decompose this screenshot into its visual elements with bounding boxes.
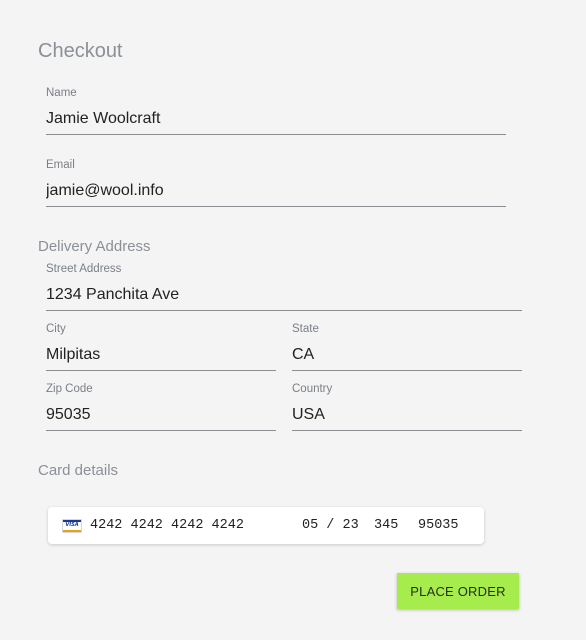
street-address-input[interactable] [46, 285, 522, 305]
country-input[interactable] [292, 405, 522, 425]
delivery-address-heading: Delivery Address [38, 239, 151, 254]
name-label: Name [46, 88, 77, 100]
city-underline [46, 370, 276, 371]
state-input[interactable] [292, 345, 522, 365]
state-field[interactable]: State [292, 324, 522, 371]
card-cvc-input[interactable] [374, 516, 410, 534]
zip-code-label: Zip Code [46, 384, 93, 396]
zip-code-underline [46, 430, 276, 431]
card-postal-input[interactable] [418, 516, 470, 534]
card-element[interactable]: VISA [48, 507, 484, 544]
street-address-underline [46, 310, 522, 311]
state-underline [292, 370, 522, 371]
email-input[interactable] [46, 181, 506, 201]
city-label: City [46, 324, 66, 336]
zip-code-input[interactable] [46, 405, 276, 425]
visa-card-icon: VISA [62, 519, 82, 533]
name-input[interactable] [46, 109, 506, 129]
email-field[interactable]: Email [46, 160, 506, 207]
place-order-button[interactable]: PLACE ORDER [397, 573, 519, 609]
country-underline [292, 430, 522, 431]
page-title: Checkout [38, 41, 123, 61]
checkout-page: Checkout Name Email Delivery Address Str… [0, 0, 586, 640]
state-label: State [292, 324, 319, 336]
card-details-heading: Card details [38, 463, 118, 478]
card-number-input[interactable] [90, 516, 270, 534]
name-field[interactable]: Name [46, 88, 506, 135]
zip-code-field[interactable]: Zip Code [46, 384, 276, 431]
card-expiry-input[interactable] [302, 516, 368, 534]
city-field[interactable]: City [46, 324, 276, 371]
name-underline [46, 134, 506, 135]
street-address-field[interactable]: Street Address [46, 264, 522, 311]
email-underline [46, 206, 506, 207]
city-input[interactable] [46, 345, 276, 365]
country-field[interactable]: Country [292, 384, 522, 431]
country-label: Country [292, 384, 332, 396]
street-address-label: Street Address [46, 264, 121, 276]
email-label: Email [46, 160, 75, 172]
visa-brand-text: VISA [63, 522, 81, 529]
